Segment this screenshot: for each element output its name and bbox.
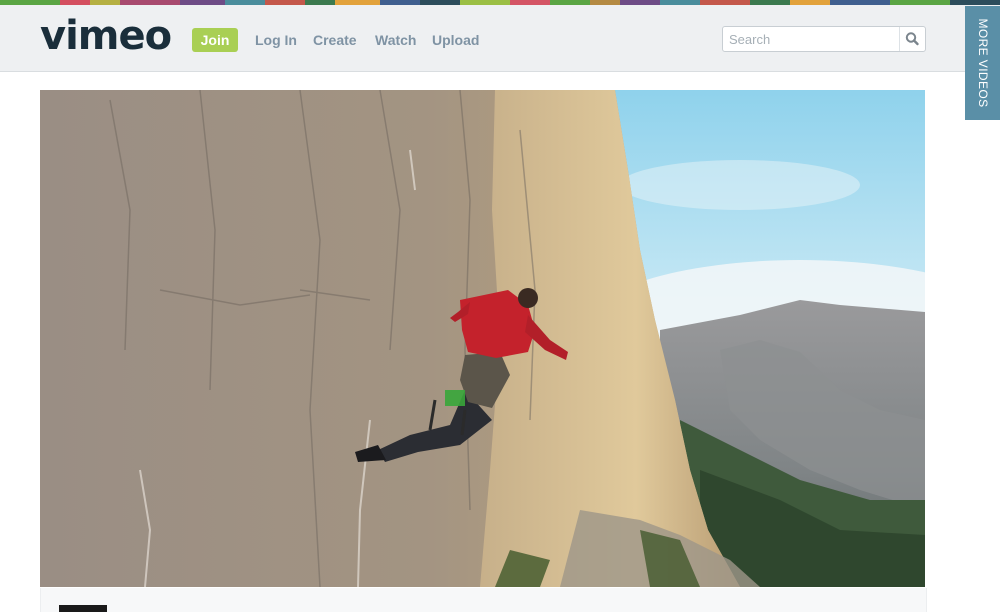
search-button[interactable] [899, 27, 925, 51]
nav-log-in[interactable]: Log In [255, 32, 297, 48]
more-videos-label: MORE VIDEOS [975, 18, 990, 108]
nav-watch[interactable]: Watch [375, 32, 416, 48]
more-videos-tab[interactable]: MORE VIDEOS [965, 6, 1000, 120]
video-info-bar: ▪▪▪▪▪▪▪▪▪▪▪▪▪▪▪▪ [40, 588, 927, 612]
site-header: vimeo Join Log In Create Watch Upload [0, 5, 1000, 72]
video-thumbnail [40, 90, 925, 587]
video-player[interactable] [40, 90, 925, 587]
search-input[interactable] [729, 30, 889, 48]
search-box [722, 26, 926, 52]
video-title-glyphs: ▪▪▪▪▪▪▪▪▪▪▪▪▪▪▪▪ [119, 600, 312, 612]
uploader-avatar[interactable] [59, 605, 107, 612]
nav-create[interactable]: Create [313, 32, 357, 48]
join-button[interactable]: Join [192, 28, 238, 52]
nav-upload[interactable]: Upload [432, 32, 479, 48]
video-title-clipped: ▪▪▪▪▪▪▪▪▪▪▪▪▪▪▪▪ [119, 600, 819, 612]
vimeo-logo[interactable]: vimeo [40, 13, 172, 59]
search-icon [905, 32, 919, 46]
